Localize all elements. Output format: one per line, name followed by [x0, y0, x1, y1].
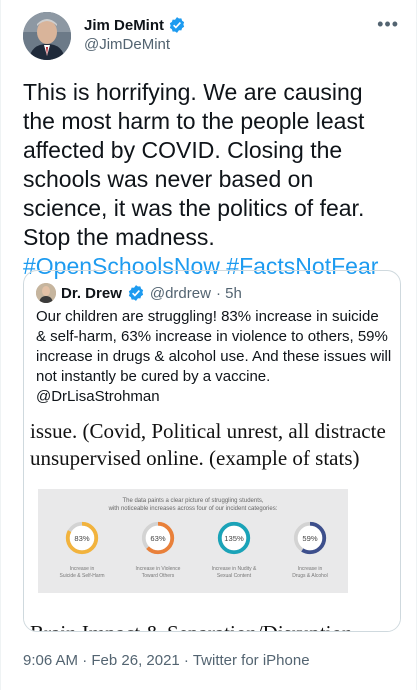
- quoted-tweet[interactable]: Dr. Drew @drdrew · 5h Our children are s…: [23, 270, 401, 632]
- stat-label-line-1: Increase in Violence: [135, 566, 181, 572]
- stat-label-line-2: Toward Others: [141, 573, 175, 579]
- stat-label: Increase in Nudity & Sexual Content: [204, 566, 264, 580]
- stat-item: 59% Increase in Drugs & Alcohol: [280, 519, 340, 580]
- image-text-line-1: issue. (Covid, Political unrest, all dis…: [30, 419, 386, 443]
- tweet: Jim DeMint @JimDeMint ••• This is horrif…: [0, 0, 417, 690]
- stat-label-line-1: Increase in Nudity &: [211, 566, 257, 572]
- stat-label-line-2: Suicide & Self-Harm: [59, 573, 105, 579]
- stat-label-line-2: Drugs & Alcohol: [292, 573, 328, 579]
- quoted-image[interactable]: issue. (Covid, Political unrest, all dis…: [24, 403, 400, 631]
- stat-item: 83% Increase in Suicide & Self-Harm: [52, 519, 112, 580]
- stat-item: 63% Increase in Violence Toward Others: [128, 519, 188, 580]
- verified-badge-icon: [127, 284, 145, 302]
- verified-badge-icon: [168, 16, 186, 34]
- quoted-author-avatar: [36, 283, 56, 303]
- stat-value: 59%: [302, 534, 317, 543]
- stat-ring: 135%: [217, 521, 251, 555]
- image-text-bottom-line: Brain Impact & Separation/Disruption: [30, 621, 353, 631]
- author-display-name[interactable]: Jim DeMint: [84, 17, 164, 34]
- more-icon[interactable]: •••: [377, 14, 399, 35]
- stat-value: 83%: [74, 534, 89, 543]
- quoted-time: · 5h: [215, 284, 242, 302]
- stat-item: 135% Increase in Nudity & Sexual Content: [204, 519, 264, 580]
- author-name-block: Jim DeMint @JimDeMint: [84, 16, 186, 53]
- stat-label-line-1: Increase in: [69, 566, 95, 572]
- tweet-text: This is horrifying. We are causing the m…: [23, 78, 395, 281]
- tweet-header: Jim DeMint @JimDeMint •••: [23, 12, 403, 62]
- tweet-timestamp[interactable]: 9:06 AM · Feb 26, 2021 · Twitter for iPh…: [23, 652, 310, 669]
- stats-title-line-1: The data paints a clear picture of strug…: [122, 498, 264, 504]
- stat-label-line-1: Increase in: [297, 566, 323, 572]
- tweet-body: This is horrifying. We are causing the m…: [23, 79, 365, 250]
- stat-value: 63%: [150, 534, 165, 543]
- stats-title-line-2: with noticeable increases across four of…: [108, 506, 278, 512]
- stats-panel-title: The data paints a clear picture of strug…: [38, 497, 348, 513]
- author-handle[interactable]: @JimDeMint: [84, 36, 186, 53]
- stat-label: Increase in Drugs & Alcohol: [280, 566, 340, 580]
- quoted-text: Our children are struggling! 83% increas…: [36, 308, 392, 405]
- image-text-line-2: unsupervised online. (example of stats): [30, 446, 360, 470]
- stat-label: Increase in Suicide & Self-Harm: [52, 566, 112, 580]
- quoted-display-name: Dr. Drew: [61, 284, 122, 302]
- stats-panel: The data paints a clear picture of strug…: [38, 489, 348, 593]
- stat-ring: 83%: [65, 521, 99, 555]
- author-avatar[interactable]: [23, 12, 71, 60]
- quoted-tweet-header: Dr. Drew @drdrew · 5h: [36, 283, 242, 303]
- stat-label: Increase in Violence Toward Others: [128, 566, 188, 580]
- stat-label-line-2: Sexual Content: [216, 573, 252, 579]
- stat-ring: 59%: [293, 521, 327, 555]
- stat-value: 135%: [224, 534, 244, 543]
- quoted-handle: @drdrew: [149, 284, 211, 302]
- stat-ring: 63%: [141, 521, 175, 555]
